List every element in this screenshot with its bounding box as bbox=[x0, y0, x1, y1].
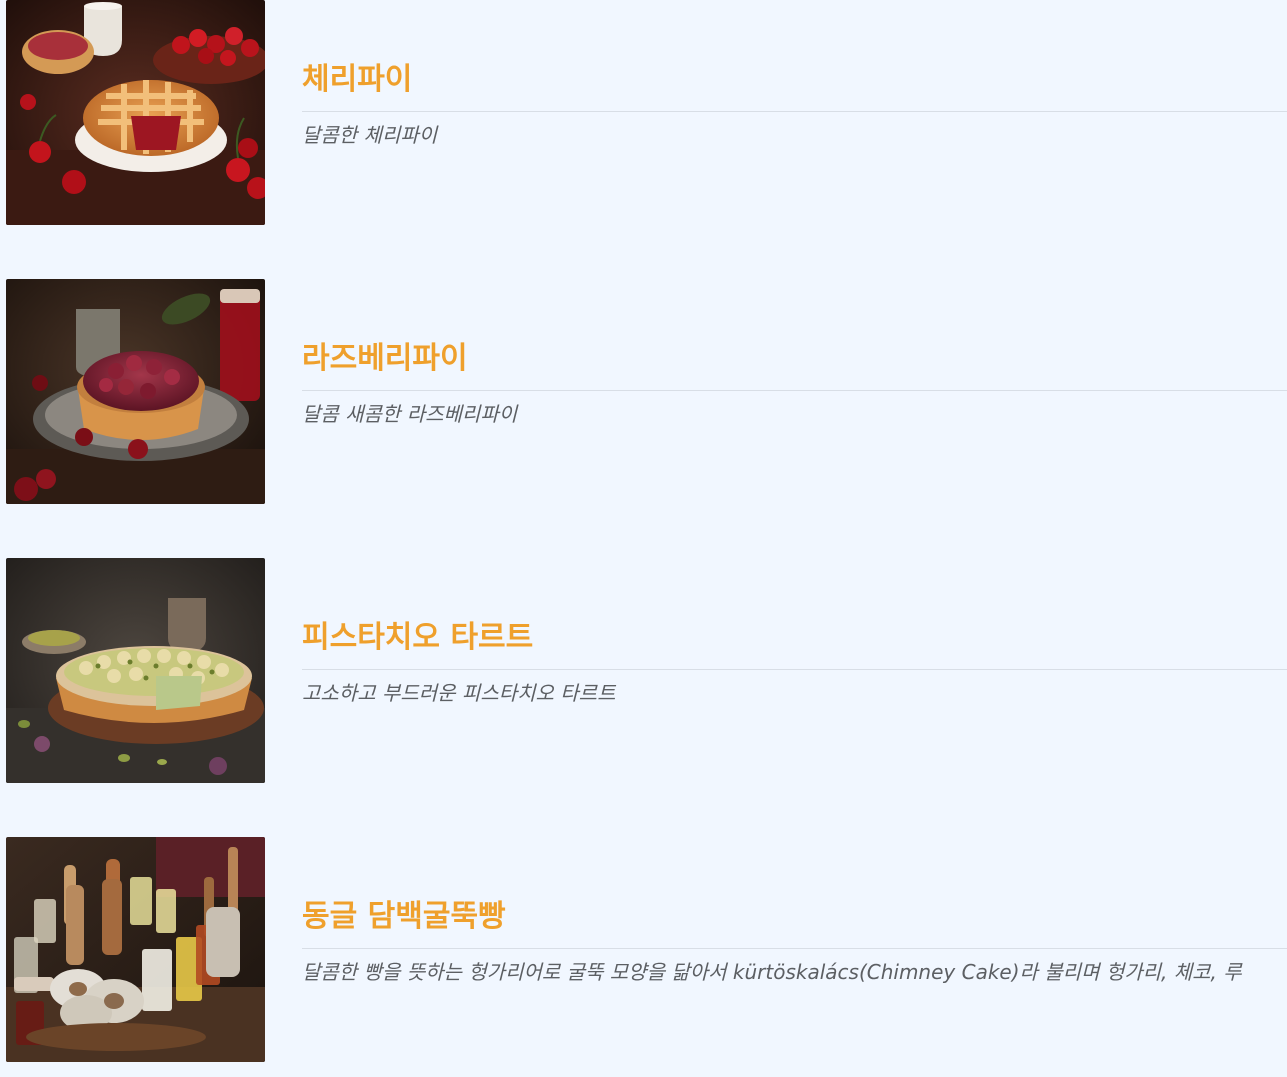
menu-item-title[interactable]: 라즈베리파이 bbox=[302, 339, 1287, 391]
menu-item-description: 고소하고 부드러운 피스타치오 타르트 bbox=[302, 681, 616, 705]
menu-item-title[interactable]: 동글 담백굴뚝빵 bbox=[302, 897, 1287, 949]
menu-item-description: 달콤한 체리파이 bbox=[302, 123, 438, 147]
raspberry-pie-image[interactable] bbox=[6, 279, 265, 504]
menu-item-info: 피스타치오 타르트 고소하고 부드러운 피스타치오 타르트 bbox=[302, 618, 1287, 706]
pistachio-tart-image[interactable] bbox=[6, 558, 265, 783]
menu-item[interactable]: 동글 담백굴뚝빵 달콤한 빵을 뜻하는 헝가리어로 굴뚝 모양을 닮아서 kür… bbox=[6, 837, 1287, 1062]
menu-item-description: 달콤 새콤한 라즈베리파이 bbox=[302, 402, 518, 426]
menu-item-info: 동글 담백굴뚝빵 달콤한 빵을 뜻하는 헝가리어로 굴뚝 모양을 닮아서 kür… bbox=[302, 897, 1287, 985]
menu-item[interactable]: 체리파이 달콤한 체리파이 bbox=[6, 0, 1287, 225]
menu-item-info: 라즈베리파이 달콤 새콤한 라즈베리파이 bbox=[302, 339, 1287, 427]
menu-item-info: 체리파이 달콤한 체리파이 bbox=[302, 60, 1287, 148]
menu-item[interactable]: 라즈베리파이 달콤 새콤한 라즈베리파이 bbox=[6, 279, 1287, 504]
chimney-cake-image[interactable] bbox=[6, 837, 265, 1062]
cherry-pie-image[interactable] bbox=[6, 0, 265, 225]
menu-item[interactable]: 피스타치오 타르트 고소하고 부드러운 피스타치오 타르트 bbox=[6, 558, 1287, 783]
menu-list: 체리파이 달콤한 체리파이 라즈베리파이 달콤 새콤한 라즈베리파이 피스타치오… bbox=[0, 0, 1287, 1077]
menu-item-title[interactable]: 피스타치오 타르트 bbox=[302, 618, 1287, 670]
menu-item-title[interactable]: 체리파이 bbox=[302, 60, 1287, 112]
menu-item-description: 달콤한 빵을 뜻하는 헝가리어로 굴뚝 모양을 닮아서 kürtöskalács… bbox=[302, 960, 1242, 984]
